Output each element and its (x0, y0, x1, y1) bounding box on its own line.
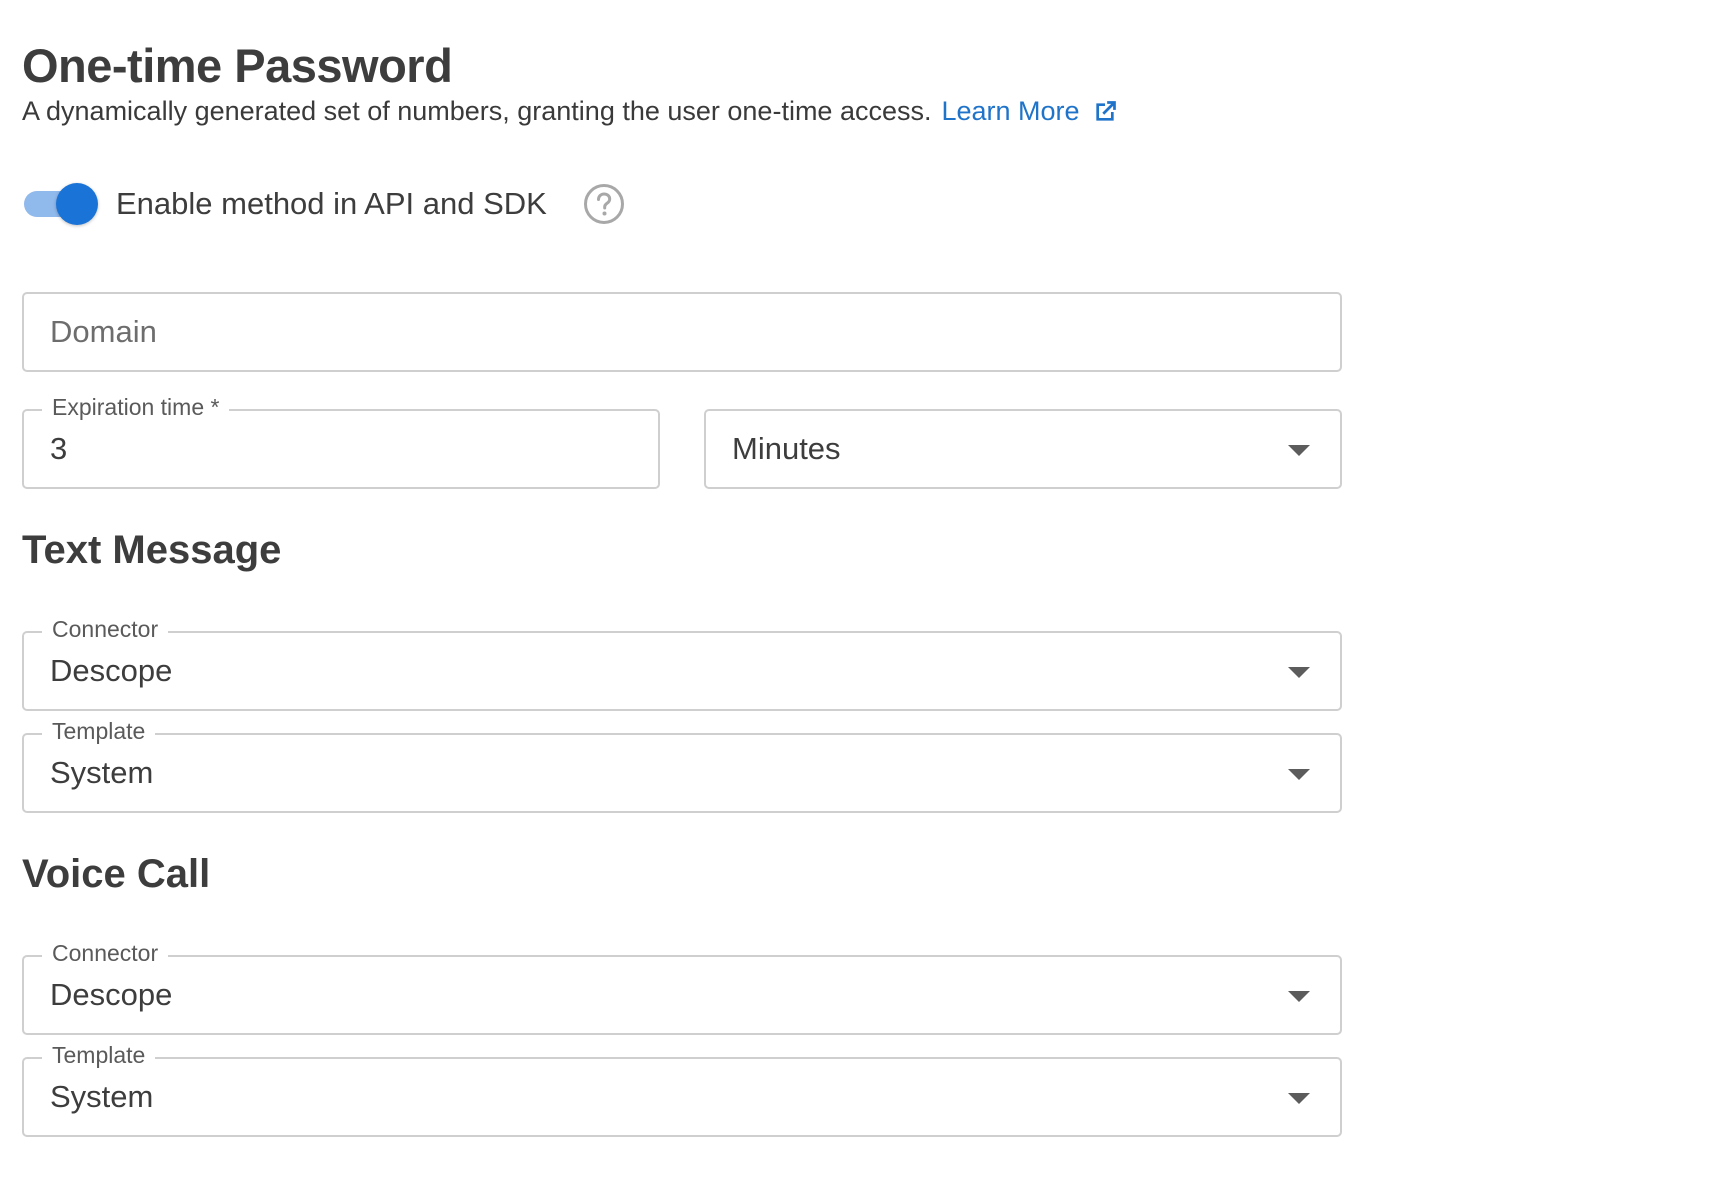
help-icon[interactable] (583, 183, 625, 225)
text-message-heading: Text Message (22, 528, 282, 572)
voice-call-template-label: Template (42, 1042, 156, 1069)
description-text: A dynamically generated set of numbers, … (22, 96, 932, 126)
enable-method-toggle[interactable] (22, 182, 98, 226)
enable-method-row: Enable method in API and SDK (22, 182, 625, 226)
voice-call-template-value: System (50, 1079, 154, 1114)
text-message-connector-select[interactable]: Connector Descope (22, 616, 1342, 711)
expiration-unit-select[interactable]: Minutes (704, 409, 1342, 489)
external-link-icon (1095, 100, 1116, 121)
expiration-time-field[interactable]: Expiration time * 3 (22, 394, 660, 489)
enable-method-label: Enable method in API and SDK (116, 186, 547, 221)
page-title: One-time Password (22, 39, 453, 92)
expiration-time-label: Expiration time * (42, 394, 230, 421)
expiration-time-value: 3 (50, 431, 68, 466)
chevron-down-icon (1288, 667, 1310, 678)
learn-more-link[interactable]: Learn More (941, 96, 1117, 127)
chevron-down-icon (1288, 445, 1310, 456)
voice-call-connector-label: Connector (42, 940, 169, 967)
domain-placeholder: Domain (50, 314, 157, 349)
voice-call-connector-value: Descope (50, 977, 173, 1012)
text-message-template-label: Template (42, 718, 156, 745)
voice-call-connector-select[interactable]: Connector Descope (22, 940, 1342, 1035)
text-message-template-value: System (50, 755, 154, 790)
page-description: A dynamically generated set of numbers, … (22, 96, 1118, 127)
chevron-down-icon (1288, 1093, 1310, 1104)
chevron-down-icon (1288, 769, 1310, 780)
text-message-connector-value: Descope (50, 653, 173, 688)
voice-call-heading: Voice Call (22, 852, 211, 896)
toggle-thumb (56, 183, 98, 225)
expiration-unit-value: Minutes (732, 431, 841, 466)
voice-call-template-select[interactable]: Template System (22, 1042, 1342, 1137)
text-message-template-select[interactable]: Template System (22, 718, 1342, 813)
chevron-down-icon (1288, 991, 1310, 1002)
text-message-connector-label: Connector (42, 616, 169, 643)
learn-more-label: Learn More (941, 96, 1080, 126)
domain-field[interactable]: Domain (22, 292, 1342, 372)
